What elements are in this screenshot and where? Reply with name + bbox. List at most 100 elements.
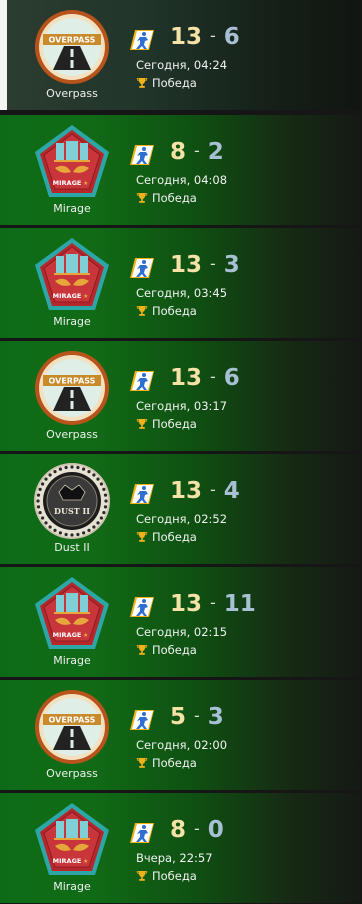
emblem-label: DUST II [54, 506, 90, 516]
mirage-icon: MIRAGE ★ [33, 801, 111, 879]
team-score: 13 [170, 252, 203, 278]
match-result: Победа [136, 756, 197, 770]
emblem-label: OVERPASS [49, 36, 96, 45]
trophy-icon [136, 870, 148, 882]
counter-terrorist-icon [130, 821, 154, 845]
match-result: Победа [136, 869, 197, 883]
result-label: Победа [152, 530, 197, 544]
result-label: Победа [152, 76, 197, 90]
trophy-icon [136, 305, 148, 317]
match-result: Победа [136, 191, 197, 205]
map-name: Overpass [46, 428, 98, 441]
trophy-icon [136, 531, 148, 543]
match-date: Сегодня, 02:00 [136, 738, 228, 752]
opponent-score: 3 [223, 252, 240, 278]
mirage-icon: MIRAGE ★ [33, 123, 111, 201]
team-score: 8 [170, 817, 187, 843]
team-score: 13 [170, 478, 203, 504]
counter-terrorist-icon [130, 708, 154, 732]
opponent-score: 4 [223, 478, 240, 504]
score-separator: - [210, 480, 216, 499]
score-separator: - [194, 706, 200, 725]
result-label: Победа [152, 756, 197, 770]
match-result: Победа [136, 76, 197, 90]
trophy-icon [136, 418, 148, 430]
match-score: 8-2 [170, 139, 224, 169]
svg-text:★: ★ [83, 632, 88, 639]
match-result: Победа [136, 304, 197, 318]
match-score: 13-4 [170, 478, 240, 508]
match-result: Победа [136, 530, 197, 544]
match-result: Победа [136, 643, 197, 657]
svg-text:★: ★ [83, 180, 88, 187]
opponent-score: 6 [223, 24, 240, 50]
map-name: Mirage [53, 315, 91, 328]
result-label: Победа [152, 417, 197, 431]
svg-text:★: ★ [83, 293, 88, 300]
match-score: 13-6 [170, 24, 240, 54]
map-name: Overpass [46, 87, 98, 100]
match-row[interactable]: MIRAGE ★ Mirage 8-2 Сегодня, 04:08 Побед… [0, 115, 361, 225]
opponent-score: 11 [223, 591, 256, 617]
team-score: 13 [170, 24, 203, 50]
match-row[interactable]: MIRAGE ★ Mirage 8-0 Вчера, 22:57 Победа [0, 793, 361, 903]
team-score: 13 [170, 365, 203, 391]
match-score: 5-3 [170, 704, 224, 734]
match-row[interactable]: OVERPASS Overpass 5-3 Сегодня, 02:00 Поб… [0, 680, 361, 790]
opponent-score: 0 [207, 817, 224, 843]
match-row[interactable]: DUST II Dust II 13-4 Сегодня, 02:52 Побе… [0, 454, 361, 564]
match-date: Сегодня, 03:17 [136, 399, 228, 413]
match-row[interactable]: MIRAGE ★ Mirage 13-3 Сегодня, 03:45 Побе… [0, 228, 361, 338]
score-separator: - [194, 819, 200, 838]
team-score: 5 [170, 704, 187, 730]
match-date: Сегодня, 04:24 [136, 58, 228, 72]
score-separator: - [210, 367, 216, 386]
match-result: Победа [136, 417, 197, 431]
dust2-icon: DUST II [33, 462, 111, 540]
team-score: 8 [170, 139, 187, 165]
selection-indicator [0, 0, 7, 110]
match-date: Сегодня, 04:08 [136, 173, 228, 187]
trophy-icon [136, 192, 148, 204]
map-name: Mirage [53, 202, 91, 215]
counter-terrorist-icon [130, 482, 154, 506]
overpass-icon: OVERPASS [33, 349, 111, 427]
result-label: Победа [152, 643, 197, 657]
trophy-icon [136, 644, 148, 656]
emblem-label: OVERPASS [49, 377, 96, 386]
score-separator: - [194, 141, 200, 160]
opponent-score: 2 [207, 139, 224, 165]
overpass-icon: OVERPASS [33, 8, 111, 86]
match-score: 13-3 [170, 252, 240, 282]
opponent-score: 3 [207, 704, 224, 730]
emblem-label: MIRAGE [53, 857, 82, 865]
match-date: Сегодня, 02:52 [136, 512, 228, 526]
counter-terrorist-icon [130, 256, 154, 280]
counter-terrorist-icon [130, 28, 154, 52]
match-score: 8-0 [170, 817, 224, 847]
score-separator: - [210, 593, 216, 612]
trophy-icon [136, 77, 148, 89]
score-separator: - [210, 254, 216, 273]
match-row[interactable]: OVERPASS Overpass 13-6 Сегодня, 03:17 По… [0, 341, 361, 451]
emblem-label: MIRAGE [53, 292, 82, 300]
match-date: Вчера, 22:57 [136, 851, 213, 865]
overpass-icon: OVERPASS [33, 688, 111, 766]
match-row[interactable]: MIRAGE ★ Mirage 13-11 Сегодня, 02:15 Поб… [0, 567, 361, 677]
map-name: Mirage [53, 654, 91, 667]
match-date: Сегодня, 03:45 [136, 286, 228, 300]
counter-terrorist-icon [130, 143, 154, 167]
match-row[interactable]: OVERPASS Overpass 13-6 Сегодня, 04:24 По… [0, 0, 361, 110]
svg-text:★: ★ [83, 858, 88, 865]
trophy-icon [136, 757, 148, 769]
mirage-icon: MIRAGE ★ [33, 236, 111, 314]
map-name: Overpass [46, 767, 98, 780]
map-name: Mirage [53, 880, 91, 893]
match-score: 13-11 [170, 591, 256, 621]
result-label: Победа [152, 191, 197, 205]
result-label: Победа [152, 304, 197, 318]
match-score: 13-6 [170, 365, 240, 395]
opponent-score: 6 [223, 365, 240, 391]
score-separator: - [210, 26, 216, 45]
counter-terrorist-icon [130, 369, 154, 393]
